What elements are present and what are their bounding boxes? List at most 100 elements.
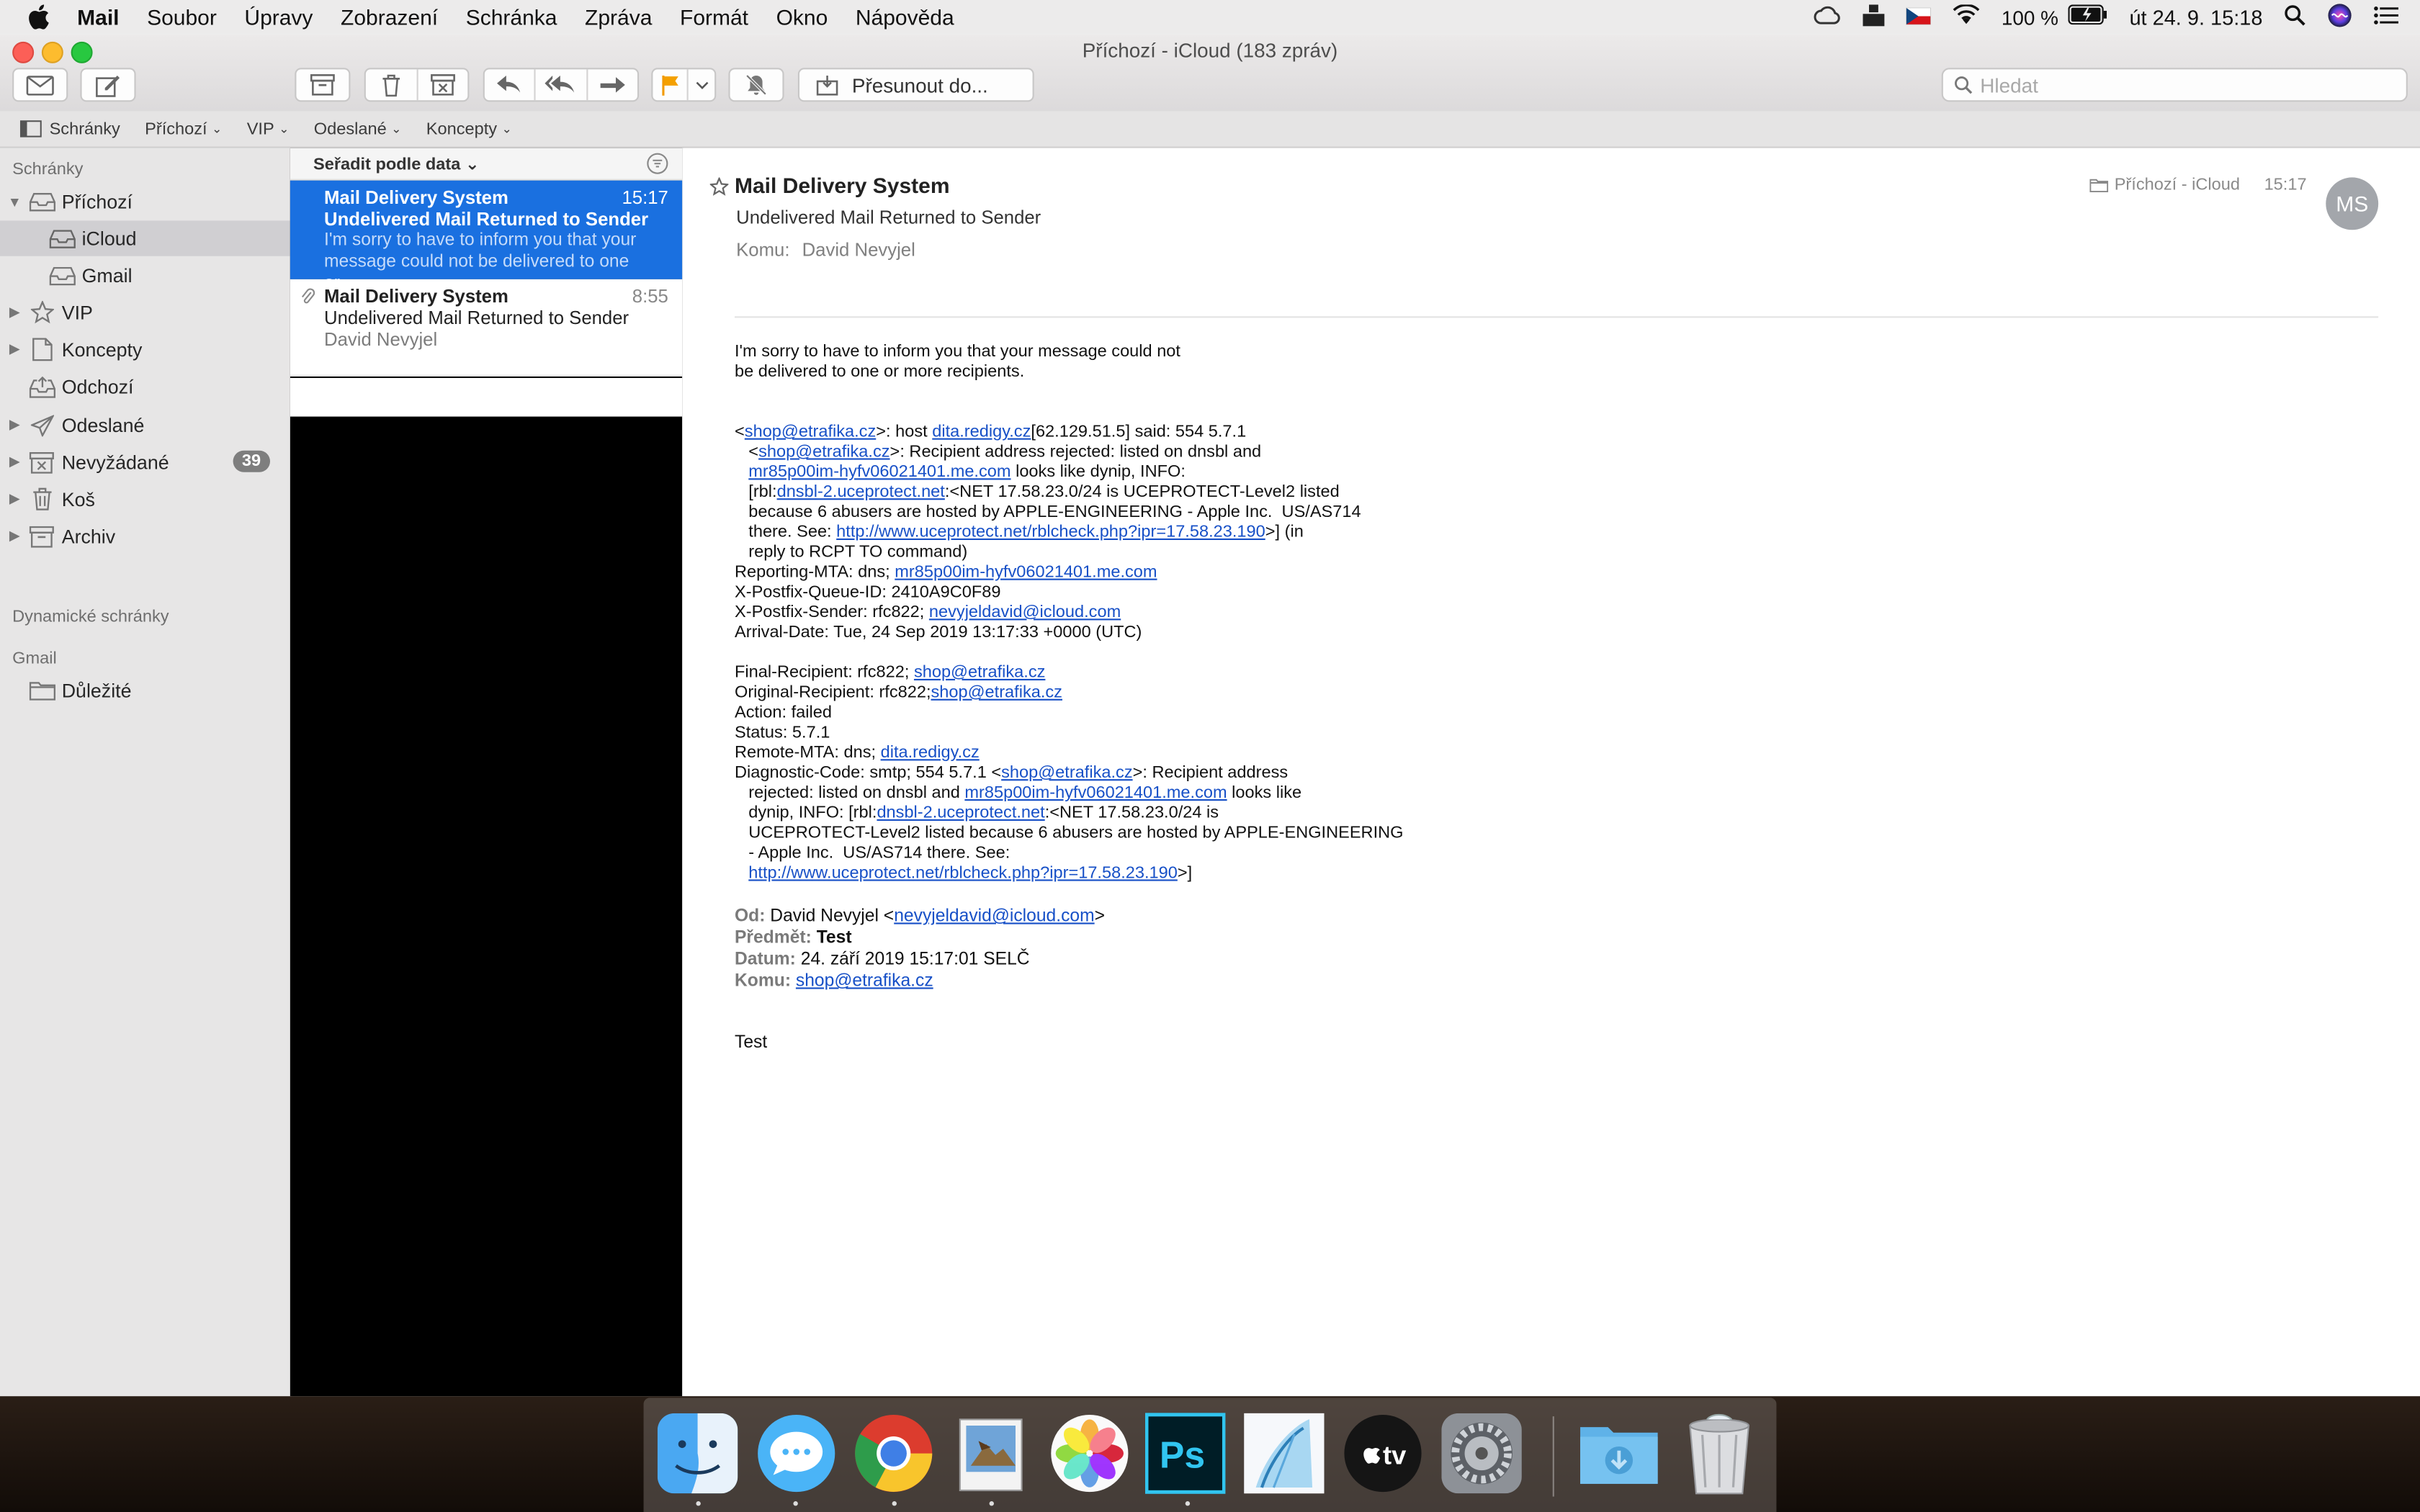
junk-button[interactable]: [418, 69, 468, 100]
get-mail-button[interactable]: [12, 68, 68, 102]
favorites-sent-button[interactable]: Odeslané ⌄: [314, 120, 402, 138]
forward-button[interactable]: [588, 69, 637, 100]
chrome-icon[interactable]: [853, 1413, 933, 1493]
trash-icon[interactable]: [1679, 1413, 1759, 1495]
favorites-vip-button[interactable]: VIP ⌄: [247, 120, 290, 138]
archicad-icon[interactable]: [1244, 1413, 1325, 1494]
sidebar-item-important[interactable]: Důležité: [0, 672, 290, 708]
wifi-icon[interactable]: [1952, 4, 1980, 29]
preview-icon[interactable]: [951, 1413, 1031, 1493]
message-sender: Mail Delivery System: [324, 186, 508, 209]
message-row[interactable]: Mail Delivery System 8:55 Undelivered Ma…: [290, 279, 683, 377]
move-to-button[interactable]: Přesunout do...: [797, 68, 1034, 102]
message-row[interactable]: Mail Delivery System 15:17 Undelivered M…: [290, 180, 683, 293]
email-link[interactable]: shop@etrafika.cz: [745, 423, 876, 441]
email-link[interactable]: shop@etrafika.cz: [796, 972, 933, 991]
menu-schranka[interactable]: Schránka: [466, 4, 557, 29]
battery-icon[interactable]: [2067, 4, 2108, 29]
reply-all-button[interactable]: [536, 69, 588, 101]
menu-format[interactable]: Formát: [680, 4, 748, 29]
reply-all-icon: [545, 76, 575, 93]
apple-tv-icon[interactable]: tv: [1343, 1413, 1422, 1493]
avatar[interactable]: MS: [2326, 177, 2379, 230]
downloads-folder-icon[interactable]: [1579, 1413, 1659, 1493]
host-link[interactable]: dita.redigy.cz: [932, 423, 1031, 441]
email-link[interactable]: nevyjeldavid@icloud.com: [894, 907, 1094, 926]
url-link[interactable]: http://www.uceprotect.net/rblcheck.php?i…: [836, 523, 1265, 541]
chevron-down-icon: ⌄: [212, 122, 223, 136]
host-link[interactable]: dita.redigy.cz: [881, 744, 980, 762]
sidebar-item-drafts[interactable]: ▶ Koncepty: [0, 332, 290, 367]
sidebar-item-junk[interactable]: ▶ Nevyžádané 39: [0, 444, 290, 480]
archive-button[interactable]: [295, 68, 351, 102]
sidebar-item-archive[interactable]: ▶ Archiv: [0, 518, 290, 554]
delete-button[interactable]: [366, 69, 418, 101]
favorites-mailboxes-button[interactable]: Schránky: [19, 120, 120, 138]
sidebar-item-inbox[interactable]: ▼ Příchozí: [0, 184, 290, 219]
disclosure-triangle-icon[interactable]: ▶: [8, 341, 22, 359]
menu-okno[interactable]: Okno: [776, 4, 828, 29]
message-from[interactable]: Mail Delivery System: [735, 173, 949, 197]
sidebar-item-sent[interactable]: ▶ Odeslané: [0, 408, 290, 443]
flag-menu-button[interactable]: [689, 69, 714, 100]
sidebar-item-vip[interactable]: ▶ VIP: [0, 294, 290, 330]
disclosure-triangle-icon[interactable]: ▶: [8, 528, 22, 545]
reply-button[interactable]: [485, 69, 537, 101]
mute-button[interactable]: [728, 68, 784, 102]
menu-upravy[interactable]: Úpravy: [244, 4, 313, 29]
flag-button[interactable]: [653, 69, 689, 101]
siri-icon[interactable]: [2327, 2, 2352, 32]
search-field[interactable]: Hledat: [1941, 68, 2408, 102]
body-line: dynip, INFO: [rbl:dnsbl-2.uceprotect.net…: [748, 804, 1219, 824]
email-link[interactable]: nevyjeldavid@icloud.com: [929, 603, 1121, 622]
running-indicator: [989, 1501, 994, 1506]
host-link[interactable]: dnsbl-2.uceprotect.net: [877, 804, 1044, 822]
email-link[interactable]: shop@etrafika.cz: [1001, 764, 1132, 783]
sort-button[interactable]: Seřadit podle data ⌄: [313, 154, 480, 174]
menu-mail[interactable]: Mail: [77, 4, 119, 29]
favorites-drafts-button[interactable]: Koncepty ⌄: [426, 120, 512, 138]
sidebar-item-label: Koš: [61, 488, 95, 510]
outbox-icon: [28, 374, 56, 399]
notification-center-icon[interactable]: [2374, 4, 2398, 29]
email-link[interactable]: shop@etrafika.cz: [931, 683, 1062, 702]
finder-icon[interactable]: [657, 1413, 738, 1494]
host-link[interactable]: dnsbl-2.uceprotect.net: [777, 483, 945, 502]
sidebar-item-gmail[interactable]: Gmail: [0, 258, 290, 293]
star-icon[interactable]: [709, 177, 729, 196]
text: >] (in: [1265, 523, 1304, 542]
to-value[interactable]: David Nevyjel: [802, 239, 915, 261]
menu-zprava[interactable]: Zpráva: [585, 4, 652, 29]
email-link[interactable]: shop@etrafika.cz: [914, 663, 1045, 682]
menu-clock[interactable]: út 24. 9. 15:18: [2129, 6, 2262, 29]
menu-napoveda[interactable]: Nápověda: [856, 4, 954, 29]
disclosure-triangle-icon[interactable]: ▶: [8, 417, 22, 434]
photos-icon[interactable]: [1049, 1413, 1129, 1493]
account-status-icon[interactable]: [1862, 4, 1884, 30]
email-link[interactable]: shop@etrafika.cz: [758, 443, 889, 462]
sidebar-item-icloud[interactable]: iCloud: [0, 220, 290, 256]
spotlight-search-icon[interactable]: [2284, 4, 2305, 30]
disclosure-triangle-icon[interactable]: ▶: [8, 454, 22, 471]
apple-logo-icon[interactable]: [28, 4, 56, 30]
czech-flag-icon[interactable]: [1905, 4, 1931, 29]
sidebar-item-outbox[interactable]: Odchozí: [0, 369, 290, 404]
disclosure-triangle-icon[interactable]: ▶: [8, 490, 22, 508]
creative-cloud-icon[interactable]: [1813, 4, 1841, 29]
sidebar-item-trash[interactable]: ▶ Koš: [0, 482, 290, 517]
host-link[interactable]: mr85p00im-hyfv06021401.me.com: [895, 563, 1157, 582]
message-viewer: Mail Delivery System Undelivered Mail Re…: [684, 148, 2420, 1397]
host-link[interactable]: mr85p00im-hyfv06021401.me.com: [748, 463, 1010, 482]
filter-icon[interactable]: [647, 153, 668, 174]
menu-zobrazeni[interactable]: Zobrazení: [341, 4, 438, 29]
disclosure-triangle-icon[interactable]: ▼: [8, 194, 22, 209]
disclosure-triangle-icon[interactable]: ▶: [8, 304, 22, 321]
menu-soubor[interactable]: Soubor: [147, 4, 217, 29]
host-link[interactable]: mr85p00im-hyfv06021401.me.com: [964, 784, 1227, 803]
system-preferences-icon[interactable]: [1441, 1413, 1522, 1494]
compose-button[interactable]: [80, 68, 136, 102]
messages-icon[interactable]: [756, 1413, 836, 1493]
photoshop-icon[interactable]: Ps: [1145, 1413, 1226, 1494]
url-link[interactable]: http://www.uceprotect.net/rblcheck.php?i…: [748, 864, 1178, 883]
favorites-inbox-button[interactable]: Příchozí ⌄: [145, 120, 222, 138]
